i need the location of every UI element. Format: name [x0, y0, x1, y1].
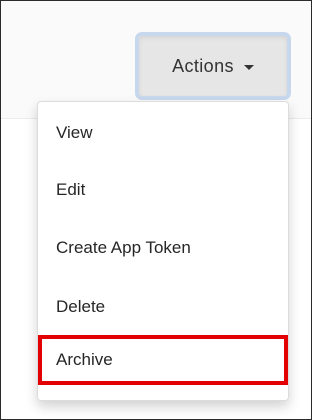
caret-down-icon [243, 64, 254, 70]
actions-dropdown-menu: View Edit Create App Token Delete Archiv… [37, 101, 289, 401]
actions-button-label: Actions [172, 55, 234, 76]
menu-item-label: Edit [56, 180, 86, 199]
menu-item-view[interactable]: View [38, 108, 288, 158]
menu-item-label: View [56, 123, 93, 142]
menu-item-edit[interactable]: Edit [38, 165, 288, 215]
menu-item-delete[interactable]: Delete [38, 282, 288, 332]
menu-item-archive[interactable]: Archive [38, 335, 288, 385]
menu-item-create-app-token[interactable]: Create App Token [38, 223, 288, 273]
screenshot-frame: Actions View Edit Create App Token Delet… [0, 0, 312, 420]
actions-dropdown-button[interactable]: Actions [138, 35, 288, 97]
menu-item-label: Delete [56, 297, 106, 316]
menu-item-label: Archive [56, 350, 113, 369]
menu-item-label: Create App Token [56, 238, 191, 257]
